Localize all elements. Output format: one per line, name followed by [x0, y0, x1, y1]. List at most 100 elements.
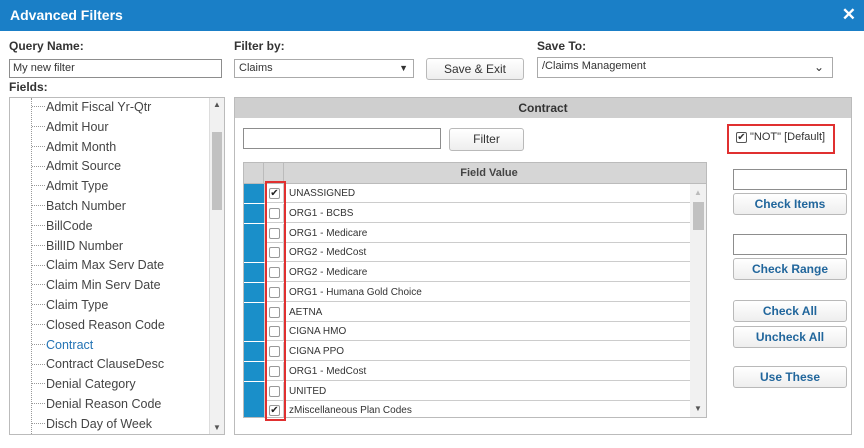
filter-by-select[interactable]: Claims ▼ — [234, 59, 414, 78]
check-items-button[interactable]: Check Items — [733, 193, 847, 215]
field-item[interactable]: Admit Hour — [32, 120, 109, 140]
contract-panel: Contract Filter ✔ "NOT" [Default] Field … — [234, 97, 852, 435]
table-row[interactable]: ORG1 - Medicare — [244, 223, 690, 243]
scroll-down-icon[interactable]: ▼ — [694, 404, 702, 413]
field-item-label: Contract ClauseDesc — [46, 357, 165, 372]
tree-connector-dots — [32, 343, 45, 345]
check-range-input[interactable] — [733, 234, 847, 255]
tree-connector-dots — [32, 324, 45, 325]
table-row[interactable]: CIGNA PPO — [244, 342, 690, 361]
tree-connector-dots — [32, 383, 45, 385]
field-item[interactable]: Contract — [32, 338, 93, 358]
filter-by-value: Claims — [239, 62, 273, 74]
fields-tree[interactable]: Admit Fiscal Yr-Qtr Admit Hour Admit Month… — [9, 97, 225, 435]
dialog-title: Advanced Filters — [10, 7, 123, 23]
query-name-input[interactable]: My new filter — [9, 59, 222, 78]
scroll-up-icon[interactable]: ▲ — [694, 188, 702, 197]
field-item-label: BillID Number — [46, 238, 124, 253]
field-item[interactable]: Admit Source — [32, 159, 121, 179]
row-value: AETNA — [289, 306, 323, 318]
table-row[interactable]: ORG1 - BCBS — [244, 203, 690, 223]
use-these-button[interactable]: Use These — [733, 366, 847, 388]
filter-button[interactable]: Filter — [449, 128, 524, 151]
field-item[interactable]: Admit Fiscal Yr-Qtr — [32, 100, 151, 120]
value-search-input[interactable] — [243, 128, 441, 149]
table-row[interactable]: AETNA — [244, 302, 690, 322]
field-value-header: Field Value — [460, 167, 518, 179]
chevron-down-icon: ▼ — [399, 63, 408, 73]
field-item-label: Claim Type — [46, 298, 109, 312]
scrollbar-thumb[interactable] — [212, 132, 222, 210]
field-item[interactable]: Closed Reason Code — [32, 318, 165, 338]
grid-scrollbar[interactable]: ▲ ▼ — [690, 184, 706, 417]
row-value: ORG2 - Medicare — [289, 267, 368, 278]
row-marker — [244, 282, 264, 302]
field-item[interactable]: Batch Number — [32, 199, 126, 219]
dialog-title-bar: Advanced Filters ✕ — [0, 0, 864, 31]
row-value: ORG1 - BCBS — [289, 207, 354, 219]
tree-connector-dots — [32, 363, 45, 365]
field-item-label: Denial Reason Code — [46, 397, 162, 411]
row-marker — [244, 263, 264, 282]
field-item[interactable]: Denial Reason Code — [32, 397, 161, 417]
table-row[interactable]: ✔ UNASSIGNED — [244, 184, 690, 203]
uncheck-all-button[interactable]: Uncheck All — [733, 326, 847, 348]
check-range-button[interactable]: Check Range — [733, 258, 847, 280]
tree-connector-dots — [32, 264, 45, 266]
field-item[interactable]: Claim Type — [32, 298, 108, 318]
field-item[interactable]: Denial Category — [32, 377, 136, 397]
field-item-label: Disch Day of Week — [46, 416, 153, 431]
close-icon[interactable]: ✕ — [842, 5, 856, 25]
table-row[interactable]: ORG2 - MedCost — [244, 243, 690, 263]
filter-by-label: Filter by: — [234, 39, 285, 53]
row-marker — [244, 223, 264, 243]
row-marker — [244, 361, 264, 381]
field-item-label: Admit Type — [46, 179, 109, 194]
table-row[interactable]: ORG1 - Humana Gold Choice — [244, 282, 690, 302]
row-value: UNITED — [289, 385, 327, 397]
field-item[interactable]: Claim Min Serv Date — [32, 278, 161, 298]
panel-title: Contract — [235, 98, 851, 118]
scroll-down-icon[interactable]: ▼ — [213, 423, 221, 432]
field-item[interactable]: Disch Day of Week — [32, 416, 153, 434]
checkbox-highlight-box — [265, 181, 286, 421]
row-value: ORG1 - MedCost — [289, 365, 367, 377]
field-item[interactable]: Admit Month — [32, 140, 116, 160]
tree-connector-dots — [32, 403, 45, 405]
save-exit-button[interactable]: Save & Exit — [426, 58, 524, 80]
row-marker — [244, 322, 264, 342]
tree-connector-dots — [32, 165, 45, 167]
field-item[interactable]: Contract ClauseDesc — [32, 357, 164, 377]
row-value: ORG2 - MedCost — [289, 247, 367, 259]
scroll-up-icon[interactable]: ▲ — [213, 100, 221, 109]
row-value: ORG1 - Humana Gold Choice — [289, 286, 422, 298]
row-value: UNASSIGNED — [289, 188, 356, 199]
field-item[interactable]: BillCode — [32, 219, 93, 239]
field-item-label: Contract — [46, 337, 94, 352]
fields-scrollbar[interactable]: ▲ ▼ — [209, 98, 224, 434]
table-row[interactable]: ✔ zMiscellaneous Plan Codes — [244, 401, 690, 417]
row-marker — [244, 381, 264, 401]
field-value-grid[interactable]: Field Value ✔ UNASSIGNED ORG1 - BCBS ORG1 -… — [243, 162, 707, 418]
table-row[interactable]: UNITED — [244, 381, 690, 401]
field-item[interactable]: Admit Type — [32, 179, 108, 199]
field-item-label: Admit Month — [46, 139, 117, 154]
row-value: zMiscellaneous Plan Codes — [289, 405, 412, 417]
field-item-label: Claim Max Serv Date — [46, 258, 165, 273]
row-marker — [244, 203, 264, 223]
row-marker — [244, 184, 264, 203]
field-item[interactable]: BillID Number — [32, 239, 123, 259]
field-item-label: Denial Category — [46, 377, 136, 392]
table-row[interactable]: CIGNA HMO — [244, 322, 690, 342]
check-items-input[interactable] — [733, 169, 847, 190]
scrollbar-thumb[interactable] — [693, 202, 704, 230]
table-row[interactable]: ORG2 - Medicare — [244, 263, 690, 282]
table-row[interactable]: ORG1 - MedCost — [244, 361, 690, 381]
field-item-label: Claim Min Serv Date — [46, 278, 161, 293]
check-all-button[interactable]: Check All — [733, 300, 847, 322]
save-to-select[interactable]: /Claims Management ⌄ — [537, 57, 833, 78]
tree-connector-dots — [32, 126, 45, 127]
field-item[interactable]: Claim Max Serv Date — [32, 258, 164, 278]
row-value: ORG1 - Medicare — [289, 227, 368, 239]
tree-connector-dots — [32, 106, 45, 108]
